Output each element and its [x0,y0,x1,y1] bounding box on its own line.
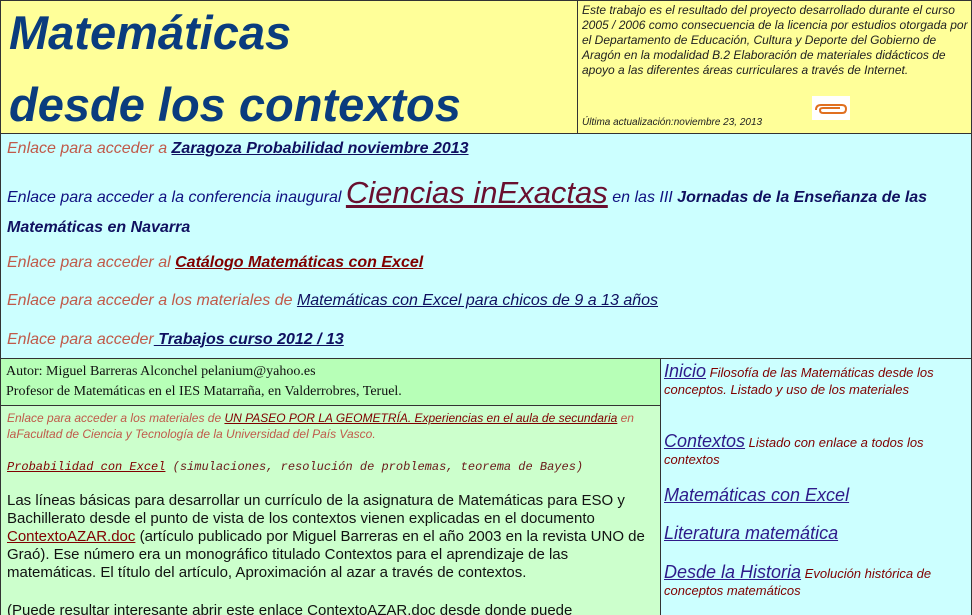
probabilidad-line: Probabilidad con Excel (simulaciones, re… [7,460,583,474]
contextos-link[interactable]: Contextos [664,431,745,451]
link-row-materiales: Enlace para acceder a los materiales de … [7,292,658,310]
link-row-prefix: Enlace para acceder a [7,140,172,157]
sidebar-item-inicio: Inicio Filosofía de las Matemáticas desd… [664,361,969,398]
header: Matemáticas desde los contextos Este tra… [0,0,972,134]
sidebar-item-excel: Matemáticas con Excel [664,485,969,505]
link-row-prefix: Enlace para acceder [7,331,154,348]
author-name: Autor: Miguel Barreras Alconchel pelaniu… [6,364,316,379]
inicio-link[interactable]: Inicio [664,361,706,381]
paragraph-text: Las líneas básicas para desarrollar un c… [7,492,625,527]
link-row-zaragoza: Enlace para acceder a Zaragoza Probabili… [7,140,469,158]
link-row-prefix: Enlace para acceder a los materiales de [7,292,297,309]
link-row-trabajos: Enlace para acceder Trabajos curso 2012 … [7,331,344,349]
geometria-prefix: Enlace para acceder a los materiales de [7,411,225,425]
contextoazar-link[interactable]: ContextoAZAR.doc [7,528,135,545]
geometria-paragraph: Enlace para acceder a los materiales de … [7,410,657,442]
zaragoza-probabilidad-link[interactable]: Zaragoza Probabilidad noviembre 2013 [172,140,469,157]
paperclip-icon[interactable] [812,96,850,120]
excel-chicos-link[interactable]: Matemáticas con Excel para chicos de 9 a… [297,292,658,309]
sidebar-item-contextos: Contextos Listado con enlace a todos los… [664,431,969,468]
curriculum-paragraph: Las líneas básicas para desarrollar un c… [7,492,657,582]
note-paragraph: (Puede resultar interesante abrir este e… [7,602,573,615]
link-row-conference: Enlace para acceder a la conferencia ina… [7,175,967,243]
literatura-matematica-link[interactable]: Literatura matemática [664,523,838,543]
desde-historia-link[interactable]: Desde la Historia [664,562,801,582]
main-content: Enlace para acceder a los materiales de … [0,406,661,615]
matematicas-excel-link[interactable]: Matemáticas con Excel [664,485,849,505]
title-box: Matemáticas desde los contextos [0,0,578,134]
link-row-prefix: Enlace para acceder al [7,254,176,271]
author-role: Profesor de Matemáticas en el IES Matarr… [6,384,402,399]
sidebar-item-literatura: Literatura matemática [664,523,969,543]
link-row-catalogo: Enlace para acceder al Catálogo Matemáti… [7,254,423,272]
trabajos-curso-link[interactable]: Trabajos curso 2012 / 13 [154,331,344,348]
probabilidad-suffix: (simulaciones, resolución de problemas, … [165,460,584,474]
conference-middle: en las III [607,189,678,206]
conference-prefix: Enlace para acceder a la conferencia ina… [7,189,346,206]
project-info-text: Este trabajo es el resultado del proyect… [582,3,968,77]
last-update-text: Última actualización:noviembre 23, 2013 [582,117,763,128]
sidebar-item-historia: Desde la Historia Evolución histórica de… [664,562,969,599]
catalogo-excel-link[interactable]: Catálogo Matemáticas con Excel [175,254,423,271]
author-box: Autor: Miguel Barreras Alconchel pelaniu… [0,359,661,406]
sidebar-nav: Inicio Filosofía de las Matemáticas desd… [661,359,972,615]
page-title-line2: desde los contextos [9,78,461,131]
links-section: Enlace para acceder a Zaragoza Probabili… [0,134,972,359]
page-title-line1: Matemáticas [9,6,292,59]
probabilidad-excel-link[interactable]: Probabilidad con Excel [7,460,165,474]
paseo-geometria-link[interactable]: UN PASEO POR LA GEOMETRÍA. Experiencias … [224,411,617,425]
project-info-box: Este trabajo es el resultado del proyect… [578,0,972,134]
ciencias-inexactas-link[interactable]: Ciencias inExactas [346,175,608,210]
